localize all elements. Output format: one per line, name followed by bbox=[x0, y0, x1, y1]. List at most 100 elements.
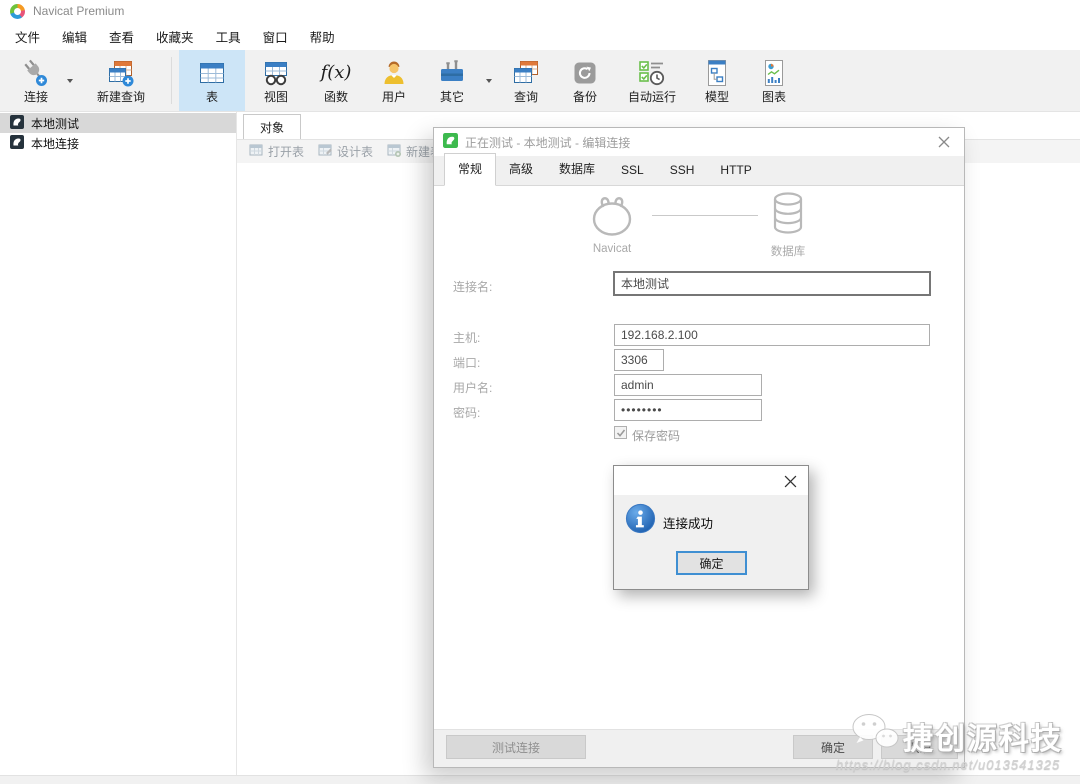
dialog-close-button[interactable] bbox=[933, 131, 955, 153]
model-icon bbox=[702, 58, 732, 89]
menu-bar: 文件 编辑 查看 收藏夹 工具 窗口 帮助 bbox=[0, 22, 1080, 50]
toolbar-label-function: 函数 bbox=[323, 89, 348, 104]
menu-item-edit[interactable]: 编辑 bbox=[51, 23, 98, 50]
sidebar-item-local-connection[interactable]: 本地连接 bbox=[0, 133, 236, 153]
tab-general[interactable]: 常规 bbox=[444, 153, 497, 186]
toolbar-button-connection[interactable]: 连接 bbox=[10, 50, 62, 111]
menu-item-tools[interactable]: 工具 bbox=[205, 23, 252, 50]
connection-dropdown-caret[interactable] bbox=[62, 50, 78, 111]
toolbar-label-others: 其它 bbox=[439, 89, 464, 104]
connections-sidebar: 本地测试 本地连接 bbox=[0, 112, 237, 775]
database-icon bbox=[768, 190, 808, 243]
title-bar: Navicat Premium bbox=[0, 0, 1080, 22]
messagebox-message: 连接成功 bbox=[663, 517, 714, 531]
username-label: 用户名: bbox=[453, 381, 493, 395]
new-query-icon bbox=[106, 58, 136, 89]
chevron-down-icon bbox=[486, 78, 492, 83]
menu-item-file[interactable]: 文件 bbox=[4, 23, 51, 50]
navicat-connection-icon bbox=[10, 114, 24, 132]
chart-icon bbox=[759, 58, 789, 89]
navicat-window: Navicat Premium 文件 编辑 查看 收藏夹 工具 窗口 帮助 连接… bbox=[0, 0, 1080, 784]
automation-icon bbox=[637, 58, 667, 89]
port-input[interactable] bbox=[614, 349, 664, 371]
design-table-button[interactable]: 设计表 bbox=[312, 141, 379, 163]
menu-item-view[interactable]: 查看 bbox=[98, 23, 145, 50]
toolbar-button-function[interactable]: f(x) 函数 bbox=[307, 50, 365, 111]
test-connection-button[interactable]: 测试连接 bbox=[446, 735, 586, 759]
toolbar-button-new-query[interactable]: 新建查询 bbox=[78, 50, 164, 111]
dialog-title-bar[interactable]: 正在测试 - 本地测试 - 编辑连接 bbox=[434, 128, 964, 156]
toolbar-label-user: 用户 bbox=[381, 89, 406, 104]
view-icon bbox=[261, 58, 291, 89]
connection-name-label: 连接名: bbox=[453, 280, 493, 294]
navicat-outline-icon bbox=[589, 193, 635, 244]
menu-item-help[interactable]: 帮助 bbox=[299, 23, 346, 50]
tab-ssh[interactable]: SSH bbox=[657, 157, 708, 185]
tab-ssl[interactable]: SSL bbox=[608, 157, 657, 185]
user-icon bbox=[379, 58, 409, 89]
host-input[interactable] bbox=[614, 324, 930, 346]
new-table-icon bbox=[387, 143, 402, 161]
save-password-checkbox[interactable] bbox=[614, 426, 627, 439]
open-table-icon bbox=[249, 143, 264, 161]
connection-icon bbox=[21, 58, 51, 89]
port-label: 端口: bbox=[453, 356, 481, 370]
password-input[interactable] bbox=[614, 399, 762, 421]
toolbar-label-automation: 自动运行 bbox=[627, 89, 676, 104]
toolbar-label-backup: 备份 bbox=[572, 89, 597, 104]
connection-name-input[interactable] bbox=[614, 272, 930, 295]
backup-icon bbox=[570, 58, 600, 89]
dialog-navicat-icon bbox=[443, 133, 458, 151]
toolbar-label-new-query: 新建查询 bbox=[96, 89, 145, 104]
close-icon bbox=[784, 475, 796, 487]
wechat-icon bbox=[850, 712, 902, 759]
status-bar bbox=[0, 775, 1080, 784]
others-dropdown-caret[interactable] bbox=[481, 50, 497, 111]
password-label: 密码: bbox=[453, 406, 481, 420]
design-table-icon bbox=[318, 143, 333, 161]
tab-objects[interactable]: 对象 bbox=[243, 114, 301, 139]
fx-glyph: f(x) bbox=[320, 62, 352, 83]
others-toolbox-icon bbox=[437, 58, 467, 89]
messagebox-title-bar[interactable] bbox=[614, 466, 808, 495]
toolbar-separator bbox=[171, 57, 172, 104]
toolbar-label-table: 表 bbox=[205, 89, 218, 104]
toolbar-button-others[interactable]: 其它 bbox=[423, 50, 481, 111]
navicat-logo-icon bbox=[10, 3, 25, 19]
connection-success-messagebox: 连接成功 确定 bbox=[613, 465, 809, 590]
messagebox-ok-button[interactable]: 确定 bbox=[676, 551, 747, 575]
toolbar-button-table[interactable]: 表 bbox=[179, 50, 245, 111]
toolbar-button-backup[interactable]: 备份 bbox=[555, 50, 615, 111]
messagebox-close-button[interactable] bbox=[781, 472, 799, 490]
host-label: 主机: bbox=[453, 331, 481, 345]
watermark-url: https://blog.csdn.net/u013541325 bbox=[836, 757, 1061, 772]
chevron-down-icon bbox=[67, 78, 73, 83]
toolbar-button-view[interactable]: 视图 bbox=[245, 50, 307, 111]
navicat-connection-icon bbox=[10, 134, 24, 152]
toolbar-button-user[interactable]: 用户 bbox=[365, 50, 423, 111]
app-title: Navicat Premium bbox=[33, 4, 125, 18]
watermark-brand: 捷创源科技 bbox=[903, 723, 1063, 756]
username-input[interactable] bbox=[614, 374, 762, 396]
tab-http[interactable]: HTTP bbox=[707, 157, 764, 185]
menu-item-window[interactable]: 窗口 bbox=[252, 23, 299, 50]
connection-name: 本地测试 bbox=[31, 116, 80, 131]
toolbar-button-query[interactable]: 查询 bbox=[497, 50, 555, 111]
check-icon bbox=[616, 429, 625, 437]
toolbar-label-view: 视图 bbox=[263, 89, 288, 104]
sidebar-item-local-test[interactable]: 本地测试 bbox=[0, 113, 236, 133]
open-table-button[interactable]: 打开表 bbox=[243, 141, 310, 163]
toolbar-button-model[interactable]: 模型 bbox=[689, 50, 745, 111]
open-table-label: 打开表 bbox=[268, 145, 305, 159]
tab-databases[interactable]: 数据库 bbox=[546, 154, 608, 185]
tab-advanced[interactable]: 高级 bbox=[496, 154, 546, 185]
toolbar-button-chart[interactable]: 图表 bbox=[745, 50, 803, 111]
toolbar-button-automation[interactable]: 自动运行 bbox=[615, 50, 689, 111]
dialog-title: 正在测试 - 本地测试 - 编辑连接 bbox=[465, 135, 631, 150]
function-icon: f(x) bbox=[321, 58, 352, 89]
table-icon bbox=[197, 58, 227, 89]
toolbar-label-model: 模型 bbox=[704, 89, 729, 104]
menu-item-favorites[interactable]: 收藏夹 bbox=[145, 23, 205, 50]
toolbar-label-connection: 连接 bbox=[23, 89, 48, 104]
diagram-connector-line bbox=[652, 215, 758, 216]
